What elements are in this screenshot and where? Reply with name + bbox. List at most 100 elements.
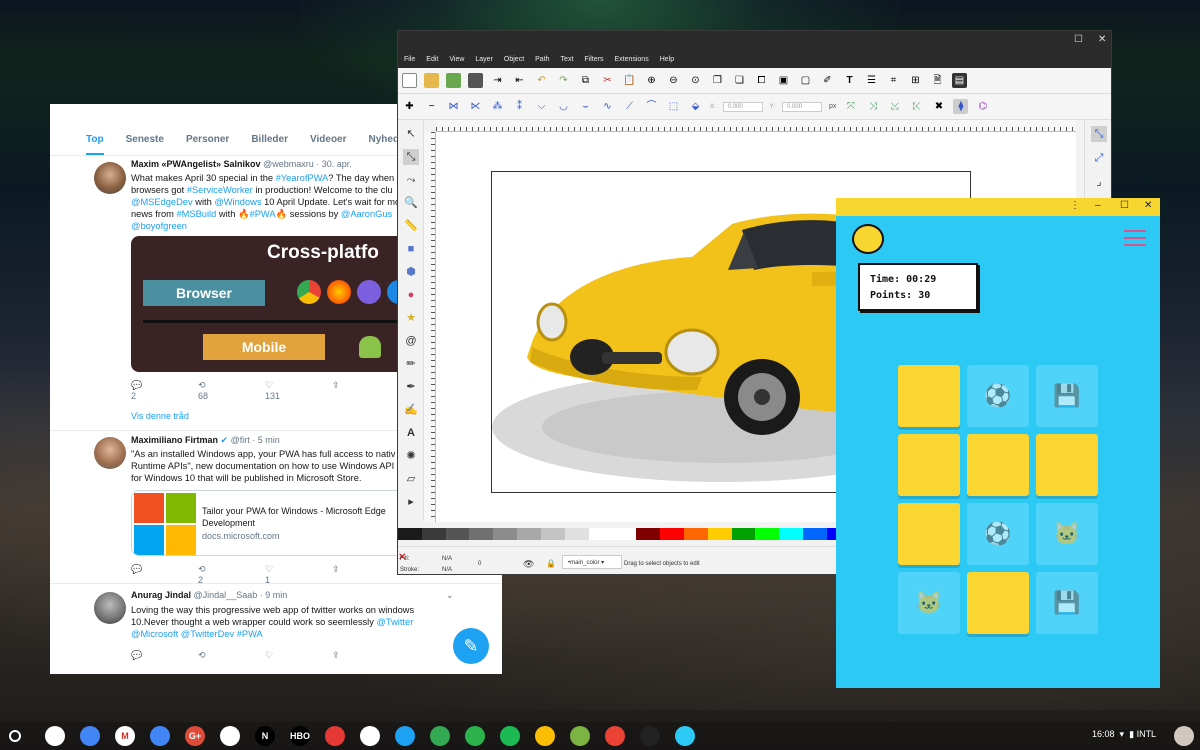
stroke-to-path-icon[interactable]: ⬙ <box>688 99 703 114</box>
chrome-app-icon[interactable] <box>45 726 65 746</box>
unlink-clone-icon[interactable]: ⧠ <box>754 73 769 88</box>
redo-icon[interactable]: ↷ <box>556 73 571 88</box>
cut-icon[interactable]: ✂ <box>600 73 615 88</box>
avatar[interactable] <box>94 162 126 194</box>
maximize-button[interactable]: ☐ <box>1074 34 1083 45</box>
x-coordinate-field[interactable]: 0.000 <box>722 101 763 112</box>
avatar[interactable] <box>94 592 126 624</box>
paste-icon[interactable]: 📋 <box>622 73 637 88</box>
user-avatar[interactable] <box>1174 726 1194 746</box>
color-swatch[interactable] <box>517 528 541 540</box>
clone-icon[interactable]: ❏ <box>732 73 747 88</box>
share-icon[interactable]: ⇪ <box>332 564 399 585</box>
color-swatch[interactable] <box>707 528 732 540</box>
snap-nodes-icon[interactable]: ⤢ <box>1091 150 1107 166</box>
text-font-icon[interactable]: T <box>842 73 857 88</box>
tab-photos[interactable]: Billeder <box>251 134 288 155</box>
measure-tool-icon[interactable]: 📏 <box>403 218 419 234</box>
spiral-tool-icon[interactable]: @ <box>403 333 419 349</box>
twitter-app-icon[interactable] <box>395 726 415 746</box>
y-coordinate-field[interactable]: 0.000 <box>782 101 823 112</box>
opacity-value[interactable]: 0 <box>478 561 481 567</box>
pinwheel-app-icon[interactable] <box>605 726 625 746</box>
memory-card-face-down[interactable] <box>967 572 1029 634</box>
curve-segment-icon[interactable]: ⌒ <box>644 99 659 114</box>
delete-node-icon[interactable]: − <box>424 99 439 114</box>
color-swatch[interactable] <box>755 528 780 540</box>
reply-button[interactable]: 💬 <box>131 650 198 661</box>
netflix-app-icon[interactable]: N <box>255 726 275 746</box>
fill-stroke-icon[interactable]: ✐ <box>820 73 835 88</box>
group-icon[interactable]: ▣ <box>776 73 791 88</box>
color-swatch[interactable] <box>636 528 661 540</box>
memory-card-face-down[interactable] <box>898 503 960 565</box>
add-node-icon[interactable]: ✚ <box>402 99 417 114</box>
eraser-tool-icon[interactable]: ▱ <box>403 471 419 487</box>
snap-enable-icon[interactable]: ⤡ <box>1091 126 1107 142</box>
pencil-tool-icon[interactable]: ✏ <box>403 356 419 372</box>
google-plus-app-icon[interactable]: G+ <box>185 726 205 746</box>
close-button[interactable]: ✕ <box>1098 34 1106 45</box>
tweet[interactable]: Anurag Jindal @Jindal__Saab · 9 min ⌄ Lo… <box>50 584 502 674</box>
smooth-node-icon[interactable]: ◡ <box>556 99 571 114</box>
memory-card-face-down[interactable] <box>898 365 960 427</box>
play-store-app-icon[interactable] <box>360 726 380 746</box>
more-tools-icon[interactable]: ▸ <box>403 494 419 510</box>
memory-card-face-down[interactable] <box>898 434 960 496</box>
xml-editor-icon[interactable]: ⌗ <box>886 73 901 88</box>
color-swatch[interactable] <box>803 528 827 540</box>
color-swatch[interactable] <box>588 528 613 540</box>
tab-videos[interactable]: Videoer <box>310 134 347 155</box>
author-name[interactable]: Anurag Jindal <box>131 590 191 600</box>
compose-tweet-button[interactable]: ✎ <box>453 628 489 664</box>
zoom-page-icon[interactable]: ⊙ <box>688 73 703 88</box>
memory-card-face-up[interactable]: 💾 <box>1036 572 1098 634</box>
mention-link[interactable]: @boyofgreen <box>131 221 187 231</box>
open-file-icon[interactable] <box>424 73 439 88</box>
node-tool-icon[interactable]: ⤡ <box>403 149 419 165</box>
color-swatch[interactable] <box>493 528 518 540</box>
color-swatch[interactable] <box>660 528 684 540</box>
reply-button[interactable]: 💬 <box>131 564 198 585</box>
edit-clip-icon[interactable]: ⤩ <box>887 99 902 114</box>
document-properties-icon[interactable]: 🗎 <box>930 73 945 88</box>
retweet-button[interactable]: ⟲ 68 <box>198 380 265 401</box>
color-swatch[interactable] <box>612 528 637 540</box>
menu-edit[interactable]: Edit <box>426 56 438 63</box>
memory-card-face-down[interactable] <box>967 434 1029 496</box>
menu-filters[interactable]: Filters <box>584 56 603 63</box>
break-path-icon[interactable]: ⋉ <box>468 99 483 114</box>
memory-card-face-down[interactable] <box>1036 434 1098 496</box>
color-swatch[interactable] <box>398 528 422 540</box>
tab-people[interactable]: Personer <box>186 134 229 155</box>
author-handle[interactable]: @Jindal__Saab <box>194 590 258 600</box>
layers-icon[interactable]: ☰ <box>864 73 879 88</box>
maximize-button[interactable]: ☐ <box>1120 200 1129 211</box>
pen-tool-icon[interactable]: ✒ <box>403 379 419 395</box>
drive-app-icon[interactable] <box>220 726 240 746</box>
color-swatch[interactable] <box>564 528 589 540</box>
launcher-button[interactable] <box>9 730 21 742</box>
lock-icon[interactable]: 🔒 <box>546 559 556 568</box>
undo-icon[interactable]: ↶ <box>534 73 549 88</box>
avatar[interactable] <box>94 437 126 469</box>
color-swatch[interactable] <box>421 528 446 540</box>
mention-link[interactable]: @Microsoft <box>131 629 178 639</box>
rectangle-tool-icon[interactable]: ■ <box>403 241 419 257</box>
copy-icon[interactable]: ⧉ <box>578 73 593 88</box>
new-document-icon[interactable] <box>402 73 417 88</box>
ellipse-tool-icon[interactable]: ● <box>403 287 419 303</box>
menu-path[interactable]: Path <box>535 56 549 63</box>
line-segment-icon[interactable]: ⟋ <box>622 99 637 114</box>
chevron-down-icon[interactable]: ⌄ <box>446 590 454 601</box>
hashtag-link[interactable]: #ServiceWorker <box>187 185 253 195</box>
menu-view[interactable]: View <box>449 56 464 63</box>
join-segment-icon[interactable]: ⁂ <box>490 99 505 114</box>
menu-text[interactable]: Text <box>561 56 574 63</box>
reply-button[interactable]: 💬 2 <box>131 380 198 401</box>
menu-file[interactable]: File <box>404 56 415 63</box>
visibility-icon[interactable]: 👁 <box>523 559 534 570</box>
like-button[interactable]: ♡ 1 <box>265 564 332 585</box>
show-outline-icon[interactable]: ⤨ <box>865 99 880 114</box>
hashtag-link[interactable]: #PWA <box>237 629 263 639</box>
